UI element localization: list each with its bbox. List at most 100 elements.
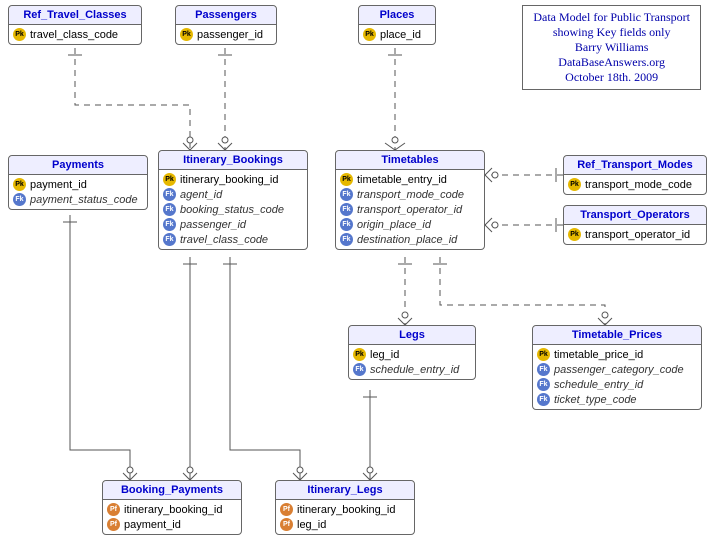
entity-field: Fkagent_id xyxy=(163,187,303,202)
entity-field: Pkplace_id xyxy=(363,27,431,42)
entity-field: Pf itinerary_booking_id xyxy=(107,502,237,517)
entity-title: Booking_Payments xyxy=(103,481,241,500)
pf-icon: Pf xyxy=(107,503,120,516)
pk-icon: Pk xyxy=(353,348,366,361)
entity-title: Itinerary_Bookings xyxy=(159,151,307,170)
field-name: transport_mode_code xyxy=(585,179,692,191)
entity-transport-operators: Transport_Operators Pk transport_operator… xyxy=(563,205,707,245)
entity-title: Transport_Operators xyxy=(564,206,706,225)
entity-field: Fk travel_class_code xyxy=(163,232,303,247)
entity-field: Pf payment_id xyxy=(107,517,237,532)
entity-field: Pk payment_id xyxy=(13,177,143,192)
fk-icon: Fk xyxy=(163,218,176,231)
field-name: payment_id xyxy=(124,519,181,531)
caption-line: DataBaseAnswers.org xyxy=(533,55,690,70)
entity-field: Fk booking_status_code xyxy=(163,202,303,217)
entity-field: Pf leg_id xyxy=(280,517,410,532)
entity-field: Pf itinerary_booking_id xyxy=(280,502,410,517)
field-name: payment_id xyxy=(30,179,87,191)
fk-icon: Fk xyxy=(340,218,353,231)
entity-field: Fk passenger_category_code xyxy=(537,362,697,377)
field-name: payment_status_code xyxy=(30,194,138,206)
pk-icon: Pk xyxy=(13,178,26,191)
field-name: ticket_type_code xyxy=(554,394,637,406)
entity-title: Itinerary_Legs xyxy=(276,481,414,500)
fk-icon: Fk xyxy=(163,233,176,246)
pf-icon: Pf xyxy=(280,518,293,531)
entity-field: Pk leg_id xyxy=(353,347,471,362)
entity-field: Pk travel_class_code xyxy=(13,27,137,42)
field-name: transport_operator_id xyxy=(357,204,462,216)
entity-title: Ref_Transport_Modes xyxy=(564,156,706,175)
entity-title: Legs xyxy=(349,326,475,345)
pk-icon: Pk xyxy=(180,28,193,41)
fk-icon: Fk xyxy=(340,188,353,201)
entity-itinerary-legs: Itinerary_Legs Pf itinerary_booking_id Pfl… xyxy=(275,480,415,535)
field-name: timetable_price_id xyxy=(554,349,643,361)
entity-title: Timetable_Prices xyxy=(533,326,701,345)
entity-passengers: Passengers Pk passenger_id xyxy=(175,5,277,45)
fk-icon: Fk xyxy=(537,363,550,376)
entity-field: Pk transport_mode_code xyxy=(568,177,702,192)
entity-field: Fk destination_place_id xyxy=(340,232,480,247)
diagram-caption: Data Model for Public Transport showing … xyxy=(522,5,701,90)
entity-itinerary-bookings: Itinerary_Bookings Pk itinerary_booking_i… xyxy=(158,150,308,250)
field-name: transport_mode_code xyxy=(357,189,464,201)
field-name: itinerary_booking_id xyxy=(124,504,222,516)
entity-payments: Payments Pk payment_id Fk payment_status_co… xyxy=(8,155,148,210)
fk-icon: Fk xyxy=(537,393,550,406)
entity-legs: Legs Pk leg_id Fk schedule_entry_id xyxy=(348,325,476,380)
field-name: schedule_entry_id xyxy=(554,379,643,391)
entity-field: Fk schedule_entry_id xyxy=(537,377,697,392)
fk-icon: Fk xyxy=(537,378,550,391)
fk-icon: Fk xyxy=(353,363,366,376)
caption-line: October 18th. 2009 xyxy=(533,70,690,85)
field-name: itinerary_booking_id xyxy=(180,174,278,186)
field-name: travel_class_code xyxy=(30,29,118,41)
caption-line: showing Key fields only xyxy=(533,25,690,40)
entity-field: Fk transport_mode_code xyxy=(340,187,480,202)
caption-line: Data Model for Public Transport xyxy=(533,10,690,25)
field-name: booking_status_code xyxy=(180,204,284,216)
fk-icon: Fk xyxy=(163,203,176,216)
entity-field: Pk timetable_price_id xyxy=(537,347,697,362)
entity-ref-transport-modes: Ref_Transport_Modes Pk transport_mode_cod… xyxy=(563,155,707,195)
entity-field: Fk passenger_id xyxy=(163,217,303,232)
entity-field: Pk itinerary_booking_id xyxy=(163,172,303,187)
entity-title: Payments xyxy=(9,156,147,175)
field-name: transport_operator_id xyxy=(585,229,690,241)
fk-icon: Fk xyxy=(13,193,26,206)
field-name: travel_class_code xyxy=(180,234,268,246)
entity-title: Passengers xyxy=(176,6,276,25)
entity-field: Pk transport_operator_id xyxy=(568,227,702,242)
entity-field: Fk ticket_type_code xyxy=(537,392,697,407)
entity-field: Fk payment_status_code xyxy=(13,192,143,207)
field-name: passenger_id xyxy=(180,219,246,231)
field-name: leg_id xyxy=(297,519,326,531)
field-name: passenger_category_code xyxy=(554,364,684,376)
field-name: passenger_id xyxy=(197,29,263,41)
entity-timetables: Timetables Pk timetable_entry_id Fk transpo… xyxy=(335,150,485,250)
field-name: origin_place_id xyxy=(357,219,431,231)
pk-icon: Pk xyxy=(568,228,581,241)
pk-icon: Pk xyxy=(13,28,26,41)
entity-title: Timetables xyxy=(336,151,484,170)
field-name: itinerary_booking_id xyxy=(297,504,395,516)
pk-icon: Pk xyxy=(537,348,550,361)
entity-field: Pk timetable_entry_id xyxy=(340,172,480,187)
entity-booking-payments: Booking_Payments Pfitinerary_booking_idP… xyxy=(102,480,242,535)
field-name: agent_id xyxy=(180,189,222,201)
entity-places: Places Pkplace_id xyxy=(358,5,436,45)
entity-field: Fk schedule_entry_id xyxy=(353,362,471,377)
pk-icon: Pk xyxy=(163,173,176,186)
pf-icon: Pf xyxy=(280,503,293,516)
field-name: schedule_entry_id xyxy=(370,364,459,376)
entity-field: Fk origin_place_id xyxy=(340,217,480,232)
field-name: leg_id xyxy=(370,349,399,361)
field-name: destination_place_id xyxy=(357,234,457,246)
pf-icon: Pf xyxy=(107,518,120,531)
field-name: timetable_entry_id xyxy=(357,174,447,186)
fk-icon: Fk xyxy=(340,233,353,246)
pk-icon: Pk xyxy=(568,178,581,191)
pk-icon: Pk xyxy=(340,173,353,186)
